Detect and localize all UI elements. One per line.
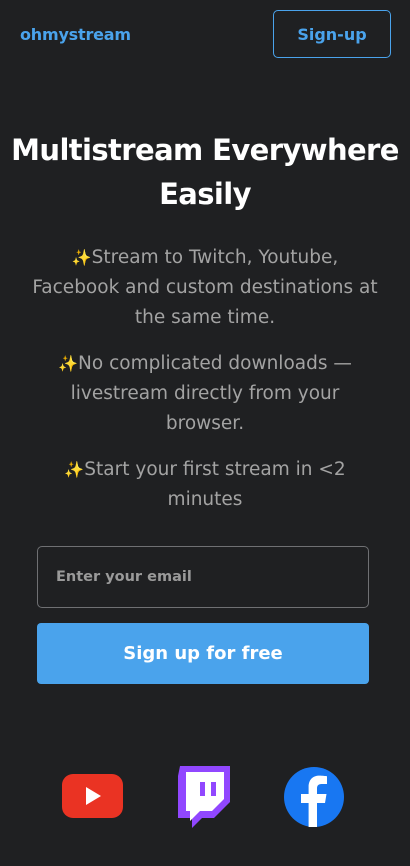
facebook-icon [284,767,344,827]
sparkles-icon: ✨ [58,354,79,373]
hero-title-line-2: Easily [159,177,251,211]
hero-title-line-1: Multistream Everywhere [11,133,399,167]
platform-logos [0,764,410,830]
signup-free-button[interactable]: Sign up for free [37,623,369,684]
twitch-icon [178,766,230,828]
sparkles-icon: ✨ [71,248,92,267]
feature-item-no-downloads: ✨No complicated downloads — livestream d… [30,349,380,439]
email-input[interactable] [37,546,369,608]
feature-item-multistream: ✨Stream to Twitch, Youtube, Facebook and… [30,243,380,333]
site-header: ohmystream Sign-up [0,0,410,70]
feature-item-quick-start: ✨Start your first stream in <2 minutes [30,455,380,515]
feature-list: ✨Stream to Twitch, Youtube, Facebook and… [30,243,380,531]
sparkles-icon: ✨ [64,460,85,479]
site-logo[interactable]: ohmystream [20,25,131,44]
feature-text: No complicated downloads — livestream di… [70,353,352,434]
header-signup-button[interactable]: Sign-up [273,10,391,58]
feature-text: Start your first stream in <2 minutes [84,459,346,510]
youtube-icon [62,774,123,818]
hero-title: Multistream Everywhere Easily [0,128,410,216]
